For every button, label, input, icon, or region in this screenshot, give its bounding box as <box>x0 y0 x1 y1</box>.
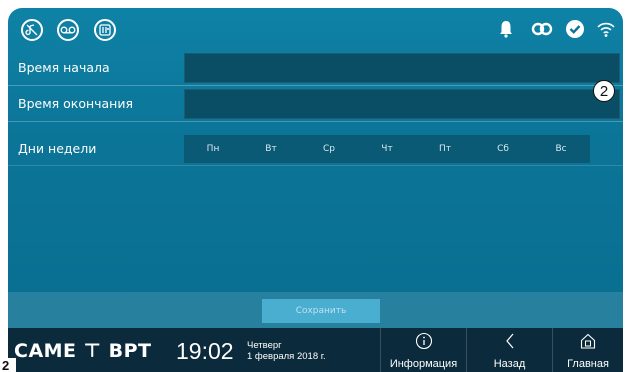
info-label: Информация <box>389 358 458 370</box>
action-bar: Сохранить <box>8 292 623 328</box>
save-button[interactable]: Сохранить <box>262 299 380 323</box>
door-entry-icon[interactable] <box>94 19 116 41</box>
clock-date: 1 февраля 2018 г. <box>247 351 326 362</box>
info-button[interactable]: Информация <box>380 328 466 372</box>
weekdays-row: Дни недели Пн Вт Ср Чт Пт Сб Вс <box>8 132 623 166</box>
start-time-row: Время начала <box>8 50 623 86</box>
device-screen: Время начала Время окончания Дни недели … <box>8 8 623 372</box>
status-bar <box>8 8 623 52</box>
day-monday[interactable]: Пн <box>184 135 242 163</box>
end-time-row: Время окончания <box>8 86 623 122</box>
clock-time: 19:02 <box>176 338 234 364</box>
weekday-selector: Пн Вт Ср Чт Пт Сб Вс <box>184 135 590 163</box>
weekdays-label: Дни недели <box>18 141 97 156</box>
day-tuesday[interactable]: Вт <box>242 135 300 163</box>
link-icon <box>531 21 553 41</box>
day-sunday[interactable]: Вс <box>532 135 590 163</box>
back-label: Назад <box>493 358 526 370</box>
end-time-label: Время окончания <box>18 96 134 111</box>
day-saturday[interactable]: Сб <box>474 135 532 163</box>
home-button[interactable]: Главная <box>552 328 623 372</box>
clock-weekday: Четверг <box>247 340 282 351</box>
chevron-left-icon <box>467 332 552 350</box>
day-wednesday[interactable]: Ср <box>300 135 358 163</box>
start-time-label: Время начала <box>18 60 110 75</box>
info-icon <box>381 332 466 350</box>
bottom-navbar: CAME ⊤ BPT 19:02 Четверг 1 февраля 2018 … <box>8 328 623 372</box>
back-button[interactable]: Назад <box>466 328 552 372</box>
callout-marker: 2 <box>593 80 615 102</box>
voicemail-icon[interactable] <box>57 19 79 41</box>
start-time-field[interactable] <box>184 53 620 83</box>
bell-icon <box>499 20 513 42</box>
brand-logo: CAME ⊤ BPT <box>14 340 152 362</box>
day-thursday[interactable]: Чт <box>358 135 416 163</box>
home-label: Главная <box>567 358 609 370</box>
home-icon <box>553 332 623 350</box>
day-friday[interactable]: Пт <box>416 135 474 163</box>
end-time-field[interactable] <box>184 89 620 119</box>
check-icon <box>565 19 585 43</box>
mute-ring-icon[interactable] <box>21 19 43 41</box>
wifi-icon <box>596 20 616 42</box>
page-marker: 2 <box>0 358 16 372</box>
